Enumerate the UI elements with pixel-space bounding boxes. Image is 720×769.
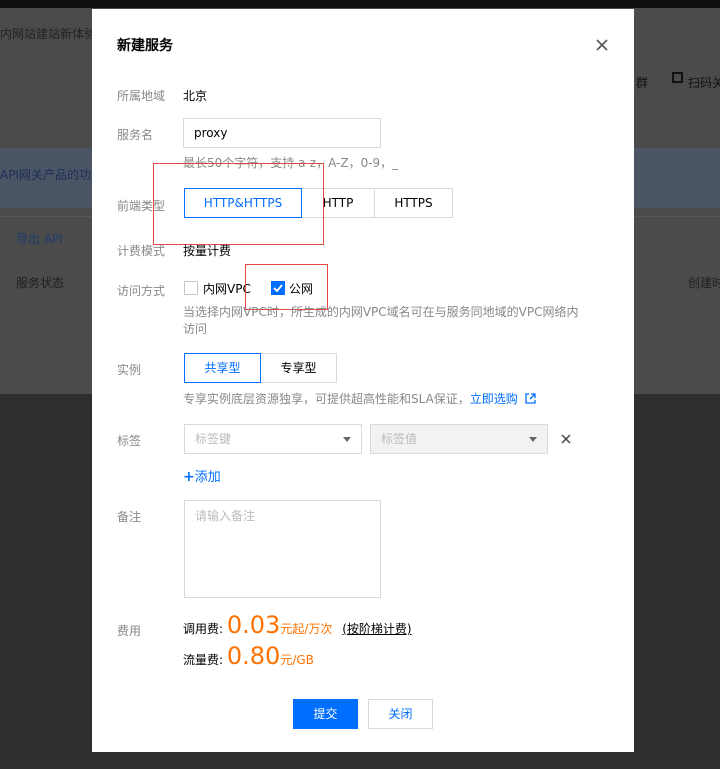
- instance-shared[interactable]: 共享型: [184, 353, 261, 383]
- service-name-label: 服务名: [117, 128, 154, 142]
- scan-icon: [672, 72, 683, 83]
- tag-value-select[interactable]: 标签值: [370, 424, 548, 454]
- background-right-text-1: 群: [636, 76, 649, 90]
- frontend-type-http[interactable]: HTTP: [301, 188, 375, 218]
- background-topbar: [0, 0, 720, 8]
- remark-label: 备注: [117, 510, 142, 524]
- billing-mode-value: 按量计费: [183, 244, 232, 258]
- buy-now-link[interactable]: 立即选购: [470, 392, 518, 406]
- external-link-icon[interactable]: [524, 393, 536, 404]
- background-strip-text: API网关产品的功能: [0, 168, 92, 182]
- instance-hint-text: 专享实例底层资源独享，可提供超高性能和SLA保证，: [183, 392, 470, 406]
- background-export-api-link: 导出 API: [16, 232, 63, 246]
- traffic-fee-price: 0.80: [226, 642, 281, 670]
- background-right-text-2: 扫码关: [688, 76, 720, 90]
- region-value: 北京: [183, 89, 208, 103]
- tags-label: 标签: [117, 434, 142, 448]
- instance-hint: 专享实例底层资源独享，可提供超高性能和SLA保证，立即选购: [183, 391, 536, 408]
- traffic-fee-row: 流量费: 0.80元/GB: [183, 642, 314, 670]
- tag-key-select[interactable]: 标签键: [184, 424, 362, 454]
- vpc-checkbox-label[interactable]: 内网VPC: [203, 280, 251, 297]
- background-right-text-3: 创建时: [688, 276, 720, 290]
- access-method-label: 访问方式: [117, 284, 166, 298]
- traffic-fee-label: 流量费:: [183, 653, 224, 667]
- background-banner-text: 内网站建站新体验: [0, 27, 92, 41]
- instance-label: 实例: [117, 363, 142, 377]
- frontend-type-http-https[interactable]: HTTP&HTTPS: [184, 188, 302, 218]
- close-icon[interactable]: [594, 37, 610, 53]
- submit-button[interactable]: 提交: [293, 699, 358, 729]
- vpc-checkbox[interactable]: [184, 281, 198, 295]
- remark-textarea[interactable]: 请输入备注: [184, 500, 381, 598]
- region-label: 所属地域: [117, 89, 166, 103]
- traffic-fee-unit: 元/GB: [280, 653, 314, 667]
- check-icon: [273, 284, 283, 293]
- billing-mode-label: 计费模式: [117, 244, 166, 258]
- instance-dedicated[interactable]: 专享型: [260, 353, 337, 383]
- create-service-dialog: 新建服务 所属地域 北京 服务名 proxy 最长50个字符，支持 a-z，A-…: [92, 9, 634, 752]
- plus-icon: +: [183, 469, 195, 485]
- fees-label: 费用: [117, 624, 142, 638]
- call-fee-price: 0.03: [226, 611, 281, 639]
- frontend-type-https[interactable]: HTTPS: [374, 188, 453, 218]
- dialog-title: 新建服务: [117, 38, 173, 54]
- tiered-billing-link[interactable]: (按阶梯计费): [342, 622, 411, 636]
- tag-key-placeholder: 标签键: [195, 432, 232, 446]
- call-fee-label: 调用费:: [183, 622, 224, 636]
- service-name-hint: 最长50个字符，支持 a-z，A-Z，0-9，_: [183, 156, 399, 170]
- frontend-type-label: 前端类型: [117, 199, 166, 213]
- call-fee-row: 调用费: 0.03元起/万次 (按阶梯计费): [183, 611, 412, 639]
- chevron-down-icon: [529, 437, 537, 442]
- close-button[interactable]: 关闭: [368, 699, 433, 729]
- tag-value-placeholder: 标签值: [381, 432, 418, 446]
- access-method-hint: 当选择内网VPC时，所生成的内网VPC域名可在与服务同地域的VPC网络内访问: [183, 305, 579, 336]
- public-network-checkbox[interactable]: [271, 281, 285, 295]
- add-tag-label: 添加: [194, 470, 221, 485]
- background-status-column: 服务状态: [16, 276, 65, 290]
- chevron-down-icon: [343, 437, 351, 442]
- public-network-checkbox-label[interactable]: 公网: [289, 280, 313, 297]
- add-tag-button[interactable]: +添加: [183, 466, 221, 485]
- service-name-input[interactable]: proxy: [183, 118, 381, 148]
- remove-tag-icon[interactable]: [561, 433, 571, 444]
- call-fee-unit: 元起/万次: [280, 622, 333, 636]
